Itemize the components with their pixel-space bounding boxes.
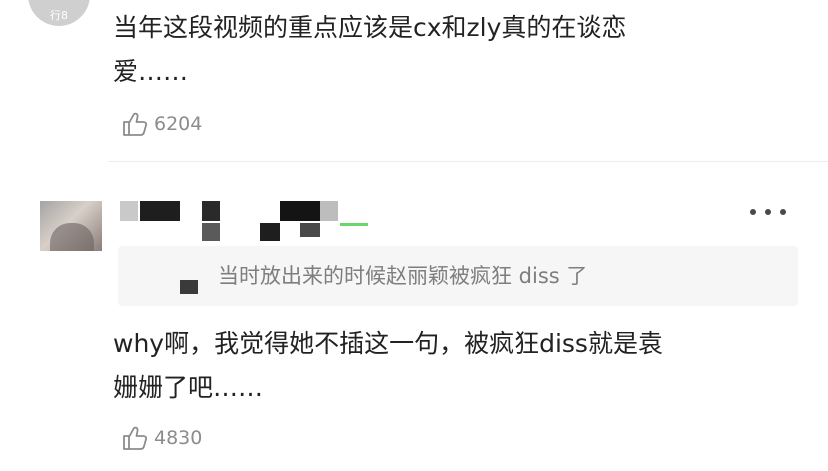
quote-mark-icon	[180, 280, 198, 294]
comment-text-line: 当年这段视频的重点应该是cx和zly真的在谈恋	[113, 13, 627, 42]
comment-text: 当年这段视频的重点应该是cx和zly真的在谈恋 爱……	[113, 6, 803, 94]
more-dot	[765, 209, 771, 215]
like-button[interactable]: 4830	[120, 423, 202, 453]
thumbs-up-icon	[123, 112, 148, 136]
like-count: 4830	[154, 427, 203, 449]
avatar-caption: 行8	[50, 9, 68, 22]
username[interactable]	[118, 201, 368, 245]
avatar-silhouette	[50, 223, 94, 251]
avatar[interactable]: 行8	[28, 0, 90, 26]
more-dot	[780, 209, 786, 215]
quoted-reply[interactable]: 当时放出来的时候赵丽颖被疯狂 diss 了	[118, 246, 798, 306]
pixelated-block	[300, 223, 320, 237]
comment-text-line: 姗姗了吧……	[113, 373, 264, 402]
pixelated-block	[140, 201, 180, 221]
comment-text-line: 爱……	[113, 57, 189, 86]
pixelated-block	[280, 201, 320, 221]
comment-text-line: why啊，我觉得她不插这一句，被疯狂diss就是袁	[113, 329, 663, 358]
pixelated-block	[320, 201, 338, 221]
thumbs-up-icon	[123, 426, 148, 450]
comment-text: why啊，我觉得她不插这一句，被疯狂diss就是袁 姗姗了吧……	[113, 322, 803, 410]
divider	[108, 161, 828, 162]
pixelated-block	[202, 201, 220, 221]
more-dot	[750, 209, 756, 215]
like-button[interactable]: 6204	[120, 109, 202, 139]
like-count: 6204	[154, 113, 203, 135]
pixelated-block	[202, 223, 220, 241]
pixelated-block	[120, 201, 138, 221]
badge-underline	[340, 223, 368, 226]
more-icon[interactable]	[750, 204, 786, 220]
quoted-reply-text: 当时放出来的时候赵丽颖被疯狂 diss 了	[218, 264, 588, 288]
avatar[interactable]	[40, 201, 102, 251]
pixelated-block	[260, 223, 280, 241]
